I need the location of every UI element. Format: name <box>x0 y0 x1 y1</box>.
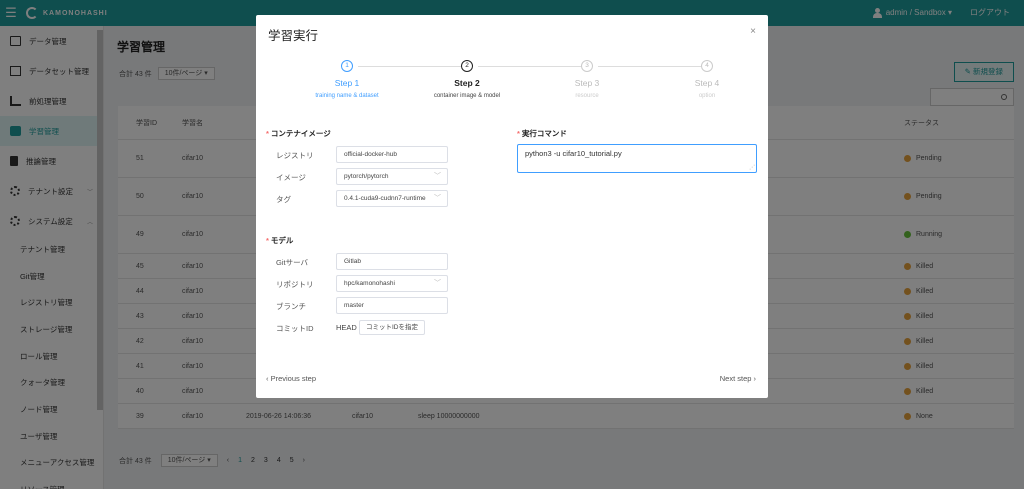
dialog-title: 学習実行 <box>268 29 319 43</box>
required-mark: * <box>517 129 520 138</box>
step-number: 3 <box>581 60 593 72</box>
git-server-label: Gitサーバ <box>276 258 309 267</box>
required-mark: * <box>266 129 269 138</box>
model-section: * モデル <box>266 236 294 245</box>
registry-select[interactable]: official-docker-hub <box>336 146 448 163</box>
previous-step-button[interactable]: ‹ Previous step <box>266 374 316 383</box>
image-label: イメージ <box>276 173 306 182</box>
step-1[interactable]: 1 Step 1 training name & dataset <box>292 60 402 99</box>
git-server-select[interactable]: Gitlab <box>336 253 448 270</box>
image-select[interactable]: pytorch/pytorch ﹀ <box>336 168 448 185</box>
chevron-down-icon: ﹀ <box>434 195 441 202</box>
commit-id-label: コミットID <box>276 324 314 333</box>
stepper: 1 Step 1 training name & dataset 2 Step … <box>292 60 732 105</box>
close-icon[interactable]: × <box>750 26 756 37</box>
step-description: container image & model <box>433 93 501 99</box>
step-4[interactable]: 4 Step 4 option <box>652 60 762 99</box>
branch-label: ブランチ <box>276 302 306 311</box>
repository-label: リポジトリ <box>276 280 314 289</box>
registry-label: レジストリ <box>276 151 314 160</box>
step-number: 4 <box>701 60 713 72</box>
next-step-button[interactable]: Next step › <box>720 374 756 383</box>
step-title: Step 2 <box>454 78 480 88</box>
command-section: * 実行コマンド <box>517 129 567 138</box>
chevron-down-icon: ﹀ <box>434 173 441 180</box>
required-mark: * <box>266 236 269 245</box>
step-title: Step 3 <box>574 78 600 88</box>
step-2[interactable]: 2 Step 2 container image & model <box>412 60 522 99</box>
resize-handle-icon[interactable]: ⋰ <box>749 165 755 171</box>
step-description: resource <box>575 93 599 99</box>
step-3[interactable]: 3 Step 3 resource <box>532 60 642 99</box>
step-title: Step 1 <box>334 78 360 88</box>
container-image-section: * コンテナイメージ <box>266 129 331 138</box>
step-description: option <box>698 93 716 99</box>
step-title: Step 4 <box>694 78 720 88</box>
branch-select[interactable]: master <box>336 297 448 314</box>
specify-commit-button[interactable]: コミットIDを指定 <box>359 320 425 335</box>
tag-label: タグ <box>276 195 291 204</box>
step-number: 2 <box>461 60 473 72</box>
tag-select[interactable]: 0.4.1-cuda9-cudnn7-runtime ﹀ <box>336 190 448 207</box>
commit-value: HEAD <box>336 323 357 332</box>
training-run-dialog: 学習実行 × 1 Step 1 training name & dataset … <box>256 15 768 398</box>
command-textarea[interactable]: python3 -u cifar10_tutorial.py ⋰ <box>517 144 757 173</box>
step-description: training name & dataset <box>315 93 379 99</box>
step-number: 1 <box>341 60 353 72</box>
repository-select[interactable]: hpc/kamonohashi ﹀ <box>336 275 448 292</box>
chevron-down-icon: ﹀ <box>434 280 441 287</box>
